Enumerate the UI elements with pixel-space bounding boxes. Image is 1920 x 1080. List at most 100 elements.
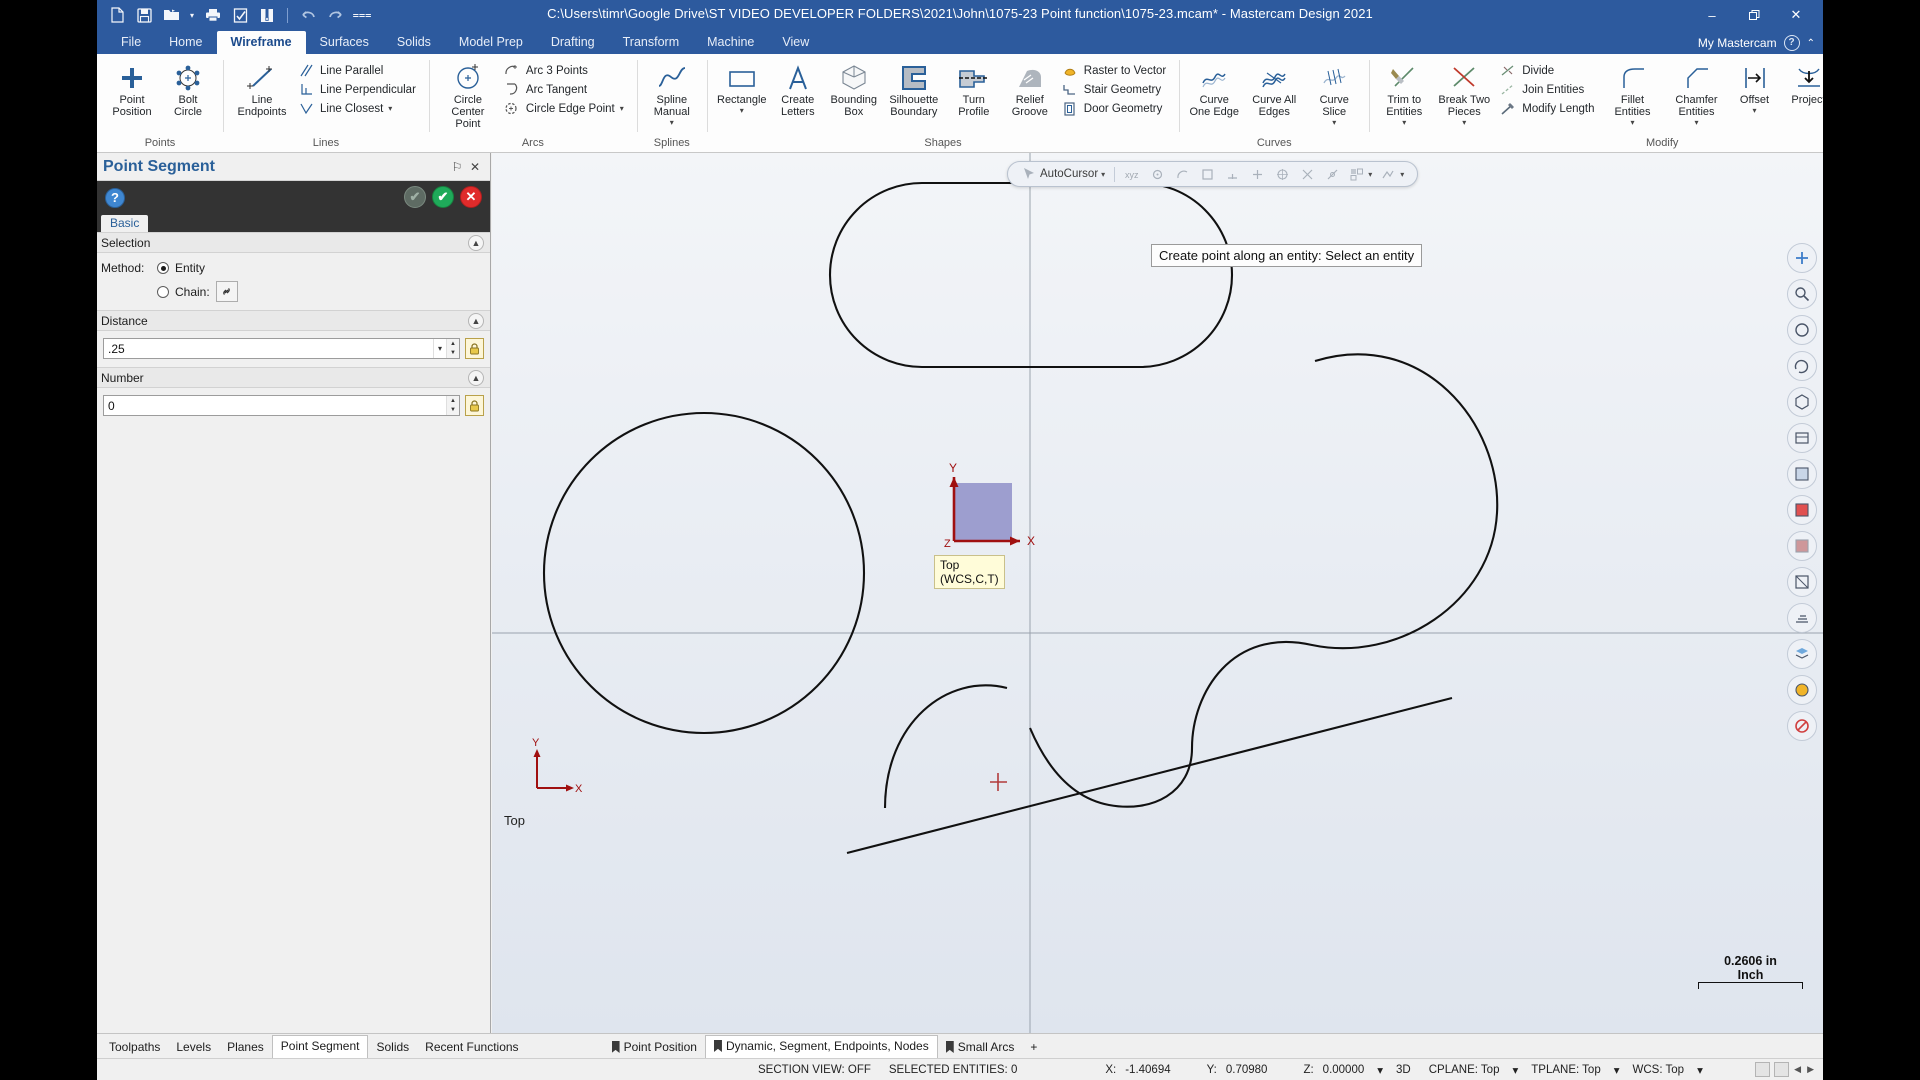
- snap-origin-button[interactable]: [1146, 165, 1168, 183]
- tab-machine[interactable]: Machine: [693, 31, 768, 54]
- door-geometry-button[interactable]: Door Geometry: [1059, 99, 1171, 118]
- bolt-circle-button[interactable]: Bolt Circle: [161, 58, 215, 118]
- apply-button[interactable]: ✔: [404, 186, 426, 208]
- divide-button[interactable]: Divide: [1497, 61, 1599, 80]
- tab-drafting[interactable]: Drafting: [537, 31, 609, 54]
- trim-to-entities-button[interactable]: Trim to Entities ▾: [1377, 58, 1431, 127]
- tab-view[interactable]: View: [768, 31, 823, 54]
- stair-geometry-button[interactable]: Stair Geometry: [1059, 80, 1171, 99]
- modify-length-button[interactable]: Modify Length: [1497, 99, 1599, 118]
- snap-quadrant-button[interactable]: [1271, 165, 1293, 183]
- fillet-entities-button[interactable]: Fillet Entities ▾: [1602, 58, 1664, 127]
- close-button[interactable]: ✕: [1775, 0, 1817, 30]
- chevron-up-icon[interactable]: ▲: [468, 369, 484, 386]
- help-icon[interactable]: ?: [1783, 35, 1800, 51]
- offset-caret[interactable]: ▾: [1752, 106, 1756, 115]
- silhouette-boundary-button[interactable]: Silhouette Boundary: [883, 58, 945, 118]
- arc-3-points-button[interactable]: Arc 3 Points: [501, 61, 629, 80]
- status-box-2[interactable]: [1774, 1062, 1790, 1077]
- tab-basic[interactable]: Basic: [101, 215, 149, 232]
- snap-settings-caret[interactable]: ▾: [1400, 170, 1404, 179]
- project-button[interactable]: Project: [1782, 58, 1823, 106]
- shaded-view-icon[interactable]: [1787, 495, 1817, 525]
- tab-solids-manager[interactable]: Solids: [368, 1037, 417, 1058]
- curve-one-edge-button[interactable]: Curve One Edge: [1187, 58, 1241, 118]
- tab-home[interactable]: Home: [155, 31, 216, 54]
- tab-wireframe[interactable]: Wireframe: [216, 31, 306, 54]
- wireframe-toggle-icon[interactable]: [1787, 567, 1817, 597]
- view-mode-toggle[interactable]: 3D: [1387, 1064, 1420, 1076]
- tab-dynamic-segment[interactable]: Dynamic, Segment, Endpoints, Nodes: [704, 1035, 938, 1058]
- tab-surfaces[interactable]: Surfaces: [306, 31, 383, 54]
- distance-lock-button[interactable]: [465, 338, 484, 359]
- ok-button[interactable]: ✔: [432, 186, 454, 208]
- curve-all-edges-button[interactable]: Curve All Edges: [1243, 58, 1305, 118]
- chain-options-button[interactable]: [215, 281, 238, 302]
- distance-spinner[interactable]: ▲ ▼: [446, 339, 459, 358]
- chevron-up-icon[interactable]: ▲: [468, 312, 484, 329]
- close-icon[interactable]: ✕: [466, 158, 484, 176]
- translucency-icon[interactable]: [1787, 531, 1817, 561]
- add-sheet-button[interactable]: +: [1022, 1037, 1045, 1058]
- fillet-entities-caret[interactable]: ▾: [1630, 118, 1634, 127]
- break-two-pieces-caret[interactable]: ▾: [1462, 118, 1466, 127]
- pin-icon[interactable]: ⚐: [448, 158, 466, 176]
- line-closest-button[interactable]: Line Closest ▾: [295, 99, 421, 118]
- turn-profile-button[interactable]: Turn Profile: [947, 58, 1001, 118]
- wcs-caret[interactable]: ▾: [1693, 1063, 1707, 1077]
- tab-solids[interactable]: Solids: [383, 31, 445, 54]
- chamfer-entities-button[interactable]: Chamfer Entities ▾: [1666, 58, 1728, 127]
- snap-endpoint-button[interactable]: [1196, 165, 1218, 183]
- trim-to-entities-caret[interactable]: ▾: [1402, 118, 1406, 127]
- create-letters-button[interactable]: Create Letters: [771, 58, 825, 118]
- arc-tangent-button[interactable]: Arc Tangent: [501, 80, 629, 99]
- line-endpoints-button[interactable]: Line Endpoints: [231, 58, 293, 118]
- tab-point-segment[interactable]: Point Segment: [271, 1035, 369, 1058]
- chevron-up-icon[interactable]: ▲: [468, 234, 484, 251]
- nav-prev-icon[interactable]: ◀: [1791, 1064, 1804, 1075]
- raster-to-vector-button[interactable]: Raster to Vector: [1059, 61, 1171, 80]
- z-dropdown-caret[interactable]: ▾: [1373, 1063, 1387, 1077]
- snap-relative-caret[interactable]: ▾: [1368, 170, 1372, 179]
- tab-small-arcs[interactable]: Small Arcs: [938, 1037, 1023, 1058]
- line-parallel-button[interactable]: Line Parallel: [295, 61, 421, 80]
- tplane-caret[interactable]: ▾: [1610, 1063, 1624, 1077]
- rectangle-caret[interactable]: ▾: [740, 106, 744, 115]
- tab-model-prep[interactable]: Model Prep: [445, 31, 537, 54]
- snap-nearest-button[interactable]: [1321, 165, 1343, 183]
- snap-point-button[interactable]: [1246, 165, 1268, 183]
- clear-colors-icon[interactable]: [1787, 675, 1817, 705]
- snap-relative-button[interactable]: ▾: [1346, 165, 1375, 183]
- status-box-1[interactable]: [1755, 1062, 1771, 1077]
- section-selection-header[interactable]: Selection ▲: [97, 232, 490, 253]
- autocursor-caret[interactable]: ▾: [1101, 170, 1105, 179]
- section-distance-header[interactable]: Distance ▲: [97, 310, 490, 331]
- tab-point-position[interactable]: Point Position: [604, 1037, 705, 1058]
- spline-manual-caret[interactable]: ▾: [670, 118, 674, 127]
- spline-manual-button[interactable]: Spline Manual ▾: [645, 58, 699, 127]
- panel-help-icon[interactable]: ?: [105, 187, 125, 208]
- wireframe-shading-icon[interactable]: [1787, 459, 1817, 489]
- point-position-button[interactable]: Point Position: [105, 58, 159, 118]
- cplane-caret[interactable]: ▾: [1508, 1063, 1522, 1077]
- line-perpendicular-button[interactable]: Line Perpendicular: [295, 80, 421, 99]
- tab-transform[interactable]: Transform: [609, 31, 694, 54]
- coordinate-entry-button[interactable]: xyz: [1121, 165, 1143, 183]
- zoom-window-icon[interactable]: [1787, 315, 1817, 345]
- break-two-pieces-button[interactable]: Break Two Pieces ▾: [1433, 58, 1495, 127]
- tplane-status[interactable]: TPLANE: Top: [1522, 1064, 1609, 1076]
- no-entry-icon[interactable]: [1787, 711, 1817, 741]
- circle-edge-point-caret[interactable]: ▾: [620, 104, 624, 113]
- my-mastercam-link[interactable]: My Mastercam: [1698, 36, 1777, 50]
- tab-planes[interactable]: Planes: [219, 1037, 272, 1058]
- layers-icon[interactable]: [1787, 639, 1817, 669]
- isometric-view-icon[interactable]: [1787, 387, 1817, 417]
- autocursor-button[interactable]: AutoCursor ▾: [1018, 165, 1108, 183]
- collapse-ribbon-icon[interactable]: ⌃: [1807, 38, 1815, 49]
- number-input[interactable]: [104, 396, 446, 415]
- circle-center-point-button[interactable]: Circle Center Point: [437, 58, 499, 130]
- radio-entity[interactable]: [157, 262, 169, 274]
- graphics-view[interactable]: Y X Z Top (WCS,C,T) Y X Top AutoCursor ▾…: [492, 153, 1823, 1033]
- tab-recent-functions[interactable]: Recent Functions: [417, 1037, 526, 1058]
- snap-intersection-button[interactable]: [1296, 165, 1318, 183]
